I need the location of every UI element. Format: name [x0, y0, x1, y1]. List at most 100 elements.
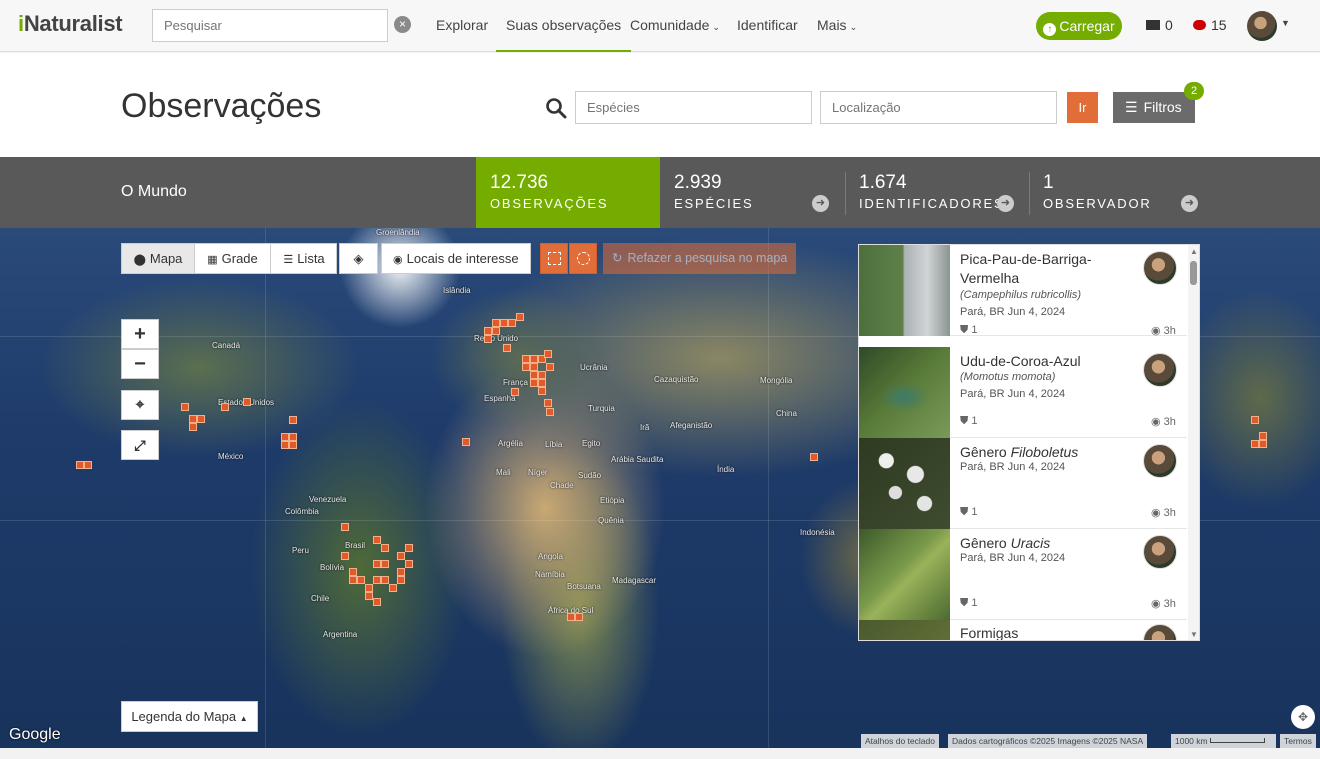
observation-cell[interactable] — [181, 403, 189, 411]
observation-cell[interactable] — [243, 398, 251, 406]
view-grid-button[interactable]: ▦ Grade — [195, 244, 271, 273]
observation-cell[interactable] — [544, 350, 552, 358]
terms-link[interactable]: Termos — [1280, 734, 1316, 748]
nav-more[interactable]: Mais ⌄ — [817, 17, 857, 33]
avatar[interactable] — [1143, 535, 1177, 569]
go-button[interactable]: Ir — [1067, 92, 1098, 123]
observation-cell[interactable] — [76, 461, 84, 469]
list-item[interactable]: Gênero Filoboletus Pará, BR Jun 4, 2024 … — [859, 438, 1187, 529]
observation-cell[interactable] — [546, 363, 554, 371]
observation-cell[interactable] — [530, 371, 538, 379]
observation-cell[interactable] — [397, 552, 405, 560]
observation-cell[interactable] — [508, 319, 516, 327]
observation-thumbnail[interactable] — [859, 245, 950, 336]
view-list-button[interactable]: ☰ Lista — [271, 244, 337, 273]
stat-observations[interactable]: 12.736 OBSERVAÇÕES — [476, 157, 660, 228]
observation-cell[interactable] — [349, 568, 357, 576]
observation-cell[interactable] — [381, 576, 389, 584]
list-item[interactable]: Udu-de-Coroa-Azul (Momotus momota) Pará,… — [859, 347, 1187, 438]
observation-cell[interactable] — [1259, 440, 1267, 448]
redo-search-button[interactable]: ↻ Refazer a pesquisa no mapa — [603, 243, 796, 274]
observation-cell[interactable] — [349, 576, 357, 584]
nav-your-observations[interactable]: Suas observações — [495, 17, 632, 52]
observation-cell[interactable] — [365, 584, 373, 592]
observation-cell[interactable] — [397, 568, 405, 576]
observation-name[interactable]: Gênero Filoboletus — [960, 443, 1140, 462]
inaturalist-logo[interactable]: iNaturalist — [18, 11, 123, 37]
search-input[interactable] — [152, 9, 388, 42]
observation-thumbnail[interactable] — [859, 529, 950, 620]
notifications-link[interactable]: 15 — [1193, 17, 1227, 33]
list-item[interactable]: Formigas — [859, 620, 1187, 640]
observation-cell[interactable] — [462, 438, 470, 446]
observation-name[interactable]: Gênero Uracis — [960, 534, 1140, 553]
observation-cell[interactable] — [500, 319, 508, 327]
observation-cell[interactable] — [405, 560, 413, 568]
observation-name[interactable]: Formigas — [960, 624, 1140, 640]
view-map-button[interactable]: ⬤ Mapa — [122, 244, 195, 273]
observation-cell[interactable] — [516, 313, 524, 321]
observation-cell[interactable] — [373, 536, 381, 544]
draw-rectangle-button[interactable] — [540, 243, 568, 274]
observation-cell[interactable] — [544, 399, 552, 407]
upload-button[interactable]: ↑ Carregar — [1036, 12, 1122, 40]
observation-cell[interactable] — [341, 523, 349, 531]
observation-cell[interactable] — [530, 363, 538, 371]
messages-link[interactable]: 0 — [1146, 17, 1173, 33]
layers-button[interactable]: ◈ — [339, 243, 378, 274]
observation-cell[interactable] — [503, 344, 511, 352]
arrow-right-icon[interactable]: ➜ — [812, 195, 829, 212]
stat-species[interactable]: 2.939 ESPÉCIES — [660, 157, 835, 228]
observation-thumbnail[interactable] — [859, 438, 950, 529]
arrow-right-icon[interactable]: ➜ — [1181, 195, 1198, 212]
locate-icon[interactable]: ⌖ — [121, 390, 159, 420]
observation-cell[interactable] — [197, 415, 205, 423]
observation-name[interactable]: Udu-de-Coroa-Azul — [960, 352, 1140, 371]
observation-cell[interactable] — [1251, 440, 1259, 448]
observation-cell[interactable] — [365, 592, 373, 600]
observation-thumbnail[interactable] — [859, 347, 950, 438]
observation-cell[interactable] — [189, 423, 197, 431]
observation-cell[interactable] — [281, 433, 289, 441]
observation-thumbnail[interactable] — [859, 620, 950, 640]
observation-name[interactable]: Pica-Pau-de-Barriga-Vermelha — [960, 250, 1140, 288]
observation-cell[interactable] — [289, 433, 297, 441]
observation-cell[interactable] — [810, 453, 818, 461]
observation-cell[interactable] — [530, 355, 538, 363]
observation-cell[interactable] — [1251, 416, 1259, 424]
draw-circle-button[interactable] — [569, 243, 597, 274]
observation-cell[interactable] — [405, 544, 413, 552]
observation-cell[interactable] — [84, 461, 92, 469]
observation-cell[interactable] — [575, 613, 583, 621]
scroll-up-icon[interactable]: ▲ — [1190, 247, 1198, 256]
observation-cell[interactable] — [484, 335, 492, 343]
avatar[interactable] — [1143, 444, 1177, 478]
observation-cell[interactable] — [538, 387, 546, 395]
arrow-right-icon[interactable]: ➜ — [997, 195, 1014, 212]
observation-cell[interactable] — [373, 560, 381, 568]
observation-cell[interactable] — [373, 576, 381, 584]
species-input[interactable] — [575, 91, 812, 124]
observation-cell[interactable] — [492, 319, 500, 327]
scroll-down-icon[interactable]: ▼ — [1190, 630, 1198, 639]
avatar[interactable] — [1143, 353, 1177, 387]
compass-icon[interactable]: ✥ — [1291, 705, 1315, 729]
location-input[interactable] — [820, 91, 1057, 124]
avatar[interactable] — [1143, 624, 1177, 640]
stat-identifiers[interactable]: 1.674 IDENTIFICADORES — [845, 157, 1020, 228]
observation-cell[interactable] — [357, 576, 365, 584]
observation-cell[interactable] — [381, 544, 389, 552]
observation-cell[interactable] — [289, 416, 297, 424]
observation-cell[interactable] — [567, 613, 575, 621]
observation-cell[interactable] — [522, 355, 530, 363]
observations-map[interactable]: Groenlândia Islândia Reino Unido França … — [0, 228, 1320, 748]
keyboard-shortcuts-link[interactable]: Atalhos do teclado — [861, 734, 939, 748]
observation-cell[interactable] — [397, 576, 405, 584]
filters-button[interactable]: ☰ Filtros — [1113, 92, 1195, 123]
nav-identify[interactable]: Identificar — [737, 17, 798, 33]
observation-cell[interactable] — [341, 552, 349, 560]
fullscreen-icon[interactable]: ⤢ — [121, 430, 159, 460]
observation-cell[interactable] — [281, 441, 289, 449]
search-icon[interactable] — [545, 97, 567, 119]
observation-cell[interactable] — [381, 560, 389, 568]
